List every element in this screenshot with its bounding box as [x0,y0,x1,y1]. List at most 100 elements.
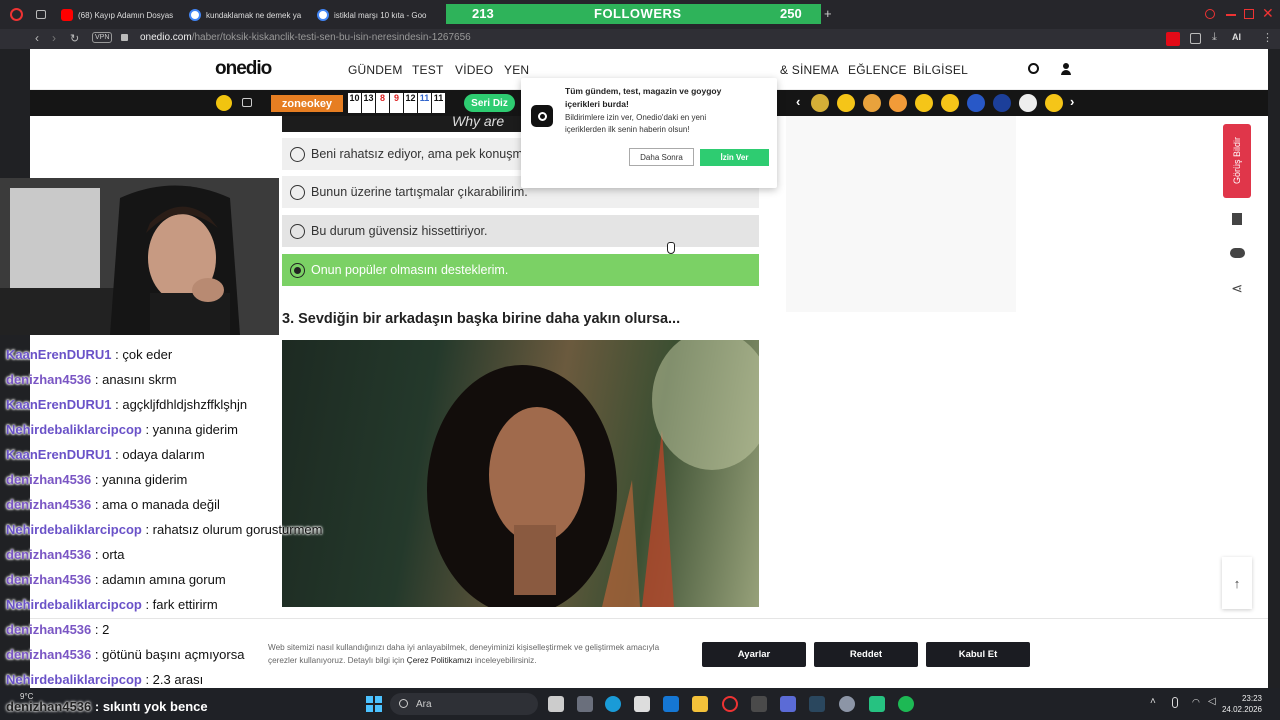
chevron-right-icon[interactable]: › [1070,94,1074,109]
nav-video[interactable]: VİDEO [455,63,493,77]
steam-icon[interactable] [809,696,825,712]
forward-icon[interactable]: › [52,31,56,45]
network-app-icon[interactable] [780,696,796,712]
option-text: Bu durum güvensiz hissettiriyor. [311,224,488,238]
store-icon[interactable] [577,696,593,712]
youtube-icon [61,9,73,21]
ms-store-icon[interactable] [634,696,650,712]
zoneokey-logo[interactable]: zoneokey [271,95,343,112]
windows-taskbar: 9°C Ara ˄ ◠ ◁ 23:23 24.02.2026 denizhan4… [0,688,1280,720]
chat-username: Nehirdebaliklarcipcop [6,597,142,612]
chevron-up-icon[interactable]: ˄ [1150,696,1156,707]
clock[interactable]: 23:23 24.02.2026 [1218,693,1262,715]
game-icon[interactable] [216,95,232,111]
new-tab-button[interactable]: + [824,6,832,21]
taskbar-search[interactable]: Ara [390,693,538,715]
comments-button[interactable] [1223,240,1251,266]
start-button[interactable] [366,696,382,712]
allow-button[interactable]: İzin Ver [700,149,769,166]
menu-icon[interactable]: ⋮ [1262,31,1273,44]
later-label: Daha Sonra [640,152,683,162]
spotify-icon[interactable] [898,696,914,712]
allow-label: İzin Ver [720,153,749,162]
chat-text: : orta [94,547,125,562]
bookmark-icon [1232,213,1242,225]
feedback-button[interactable]: Görüş Bildir [1223,124,1251,198]
tab-label: (68) Kayıp Adamın Dosyas [78,10,174,20]
neutral-emoji-icon[interactable] [863,94,881,112]
back-icon[interactable]: ‹ [35,31,39,45]
followers-label: FOLLOWERS [594,6,682,21]
nav-yeni[interactable]: YEN [504,63,529,77]
taskbar-search-icon [399,699,408,708]
search-icon[interactable] [1028,63,1039,74]
cookie-accept-button[interactable]: Kabul Et [926,642,1030,667]
tab-google-1[interactable]: kundaklamak ne demek ya [183,5,308,25]
later-button[interactable]: Daha Sonra [629,148,694,166]
glasses-emoji-icon[interactable] [837,94,855,112]
minimize-button[interactable] [1226,14,1236,16]
love-emoji-icon[interactable] [889,94,907,112]
sunglasses-emoji-icon[interactable] [1045,94,1063,112]
badge-navy-icon[interactable] [993,94,1011,112]
bookmark-button[interactable] [1223,206,1251,232]
xbox-app-icon[interactable] [869,696,885,712]
tab-google-2[interactable]: istiklal marşı 10 kıta - Goo [311,5,444,25]
ai-button[interactable]: AI [1232,32,1241,42]
trophy-emoji-icon[interactable] [811,94,829,112]
download-icon[interactable]: ⤓ [1212,31,1217,44]
settings-gear-icon[interactable] [839,696,855,712]
tab-overview-icon[interactable] [36,10,46,19]
badge-blue-icon[interactable] [967,94,985,112]
opera-logo-icon[interactable] [10,8,23,21]
dk-badge-icon[interactable] [1019,94,1037,112]
extensions-icon[interactable] [1190,33,1201,44]
seri-diz-button[interactable]: Seri Diz [464,94,515,112]
wifi-icon[interactable]: ◠ [1192,697,1200,708]
nav-sinema[interactable]: & SİNEMA [780,63,839,77]
cookie-reject-label: Reddet [849,649,883,660]
vpn-badge[interactable]: VPN [92,32,113,43]
share-button[interactable]: ⋖ [1223,275,1251,301]
tab-youtube[interactable]: (68) Kayıp Adamın Dosyas [55,5,180,25]
user-icon[interactable] [1061,63,1071,75]
chevron-left-icon[interactable]: ‹ [796,94,800,109]
nav-bilgisel[interactable]: BİLGİSEL [913,63,968,77]
laugh-emoji-icon[interactable] [941,94,959,112]
site-logo[interactable]: onedio [215,58,272,80]
chat-message: KaanErenDURU1 : agçkljfdhldjshzffklşhjn [6,397,247,412]
task-view-icon[interactable] [548,696,564,712]
scroll-to-top-button[interactable]: ↑ [1222,557,1252,609]
cookie-settings-button[interactable]: Ayarlar [702,642,806,667]
turkey-flag-icon [1166,32,1180,46]
maximize-button[interactable] [1244,9,1254,19]
sad-emoji-icon[interactable] [915,94,933,112]
chat-username: denizhan4536 [6,622,92,637]
clock-date: 24.02.2026 [1221,705,1262,714]
outlook-icon[interactable] [663,696,679,712]
microphone-icon[interactable] [1172,697,1178,708]
file-explorer-icon[interactable] [692,696,708,712]
close-window-button[interactable]: ✕ [1262,5,1274,22]
cookie-policy-link[interactable]: Çerez Politikamızı [407,656,473,665]
banner-caption: Why are yo [452,116,505,132]
nav-gundem[interactable]: GÜNDEM [348,63,403,77]
nav-test[interactable]: TEST [412,63,443,77]
webcam-overlay [0,178,279,335]
edge-icon[interactable] [605,696,621,712]
search-tabs-icon[interactable] [1205,9,1215,19]
chat-username: denizhan4536 [6,497,92,512]
okey-tile: 11 [432,93,445,113]
question-title: 3. Sevdiğin bir arkadaşın başka birine d… [282,311,681,327]
quiz-option[interactable]: Bu durum güvensiz hissettiriyor. [282,215,759,247]
url-text[interactable]: onedio.com/haber/toksik-kiskanclik-testi… [140,32,471,43]
opera-taskbar-icon[interactable] [722,696,738,712]
nav-eglence[interactable]: EĞLENCE [848,63,907,77]
chat-message: Nehirdebaliklarcipcop : fark ettirirm [6,597,218,612]
volume-icon[interactable]: ◁ [1208,696,1216,707]
app-icon[interactable] [751,696,767,712]
chat-username: Nehirdebaliklarcipcop [6,422,142,437]
quiz-option-selected[interactable]: Onun popüler olmasını desteklerim. [282,254,759,286]
cookie-reject-button[interactable]: Reddet [814,642,918,667]
reload-icon[interactable]: ↻ [70,32,79,45]
